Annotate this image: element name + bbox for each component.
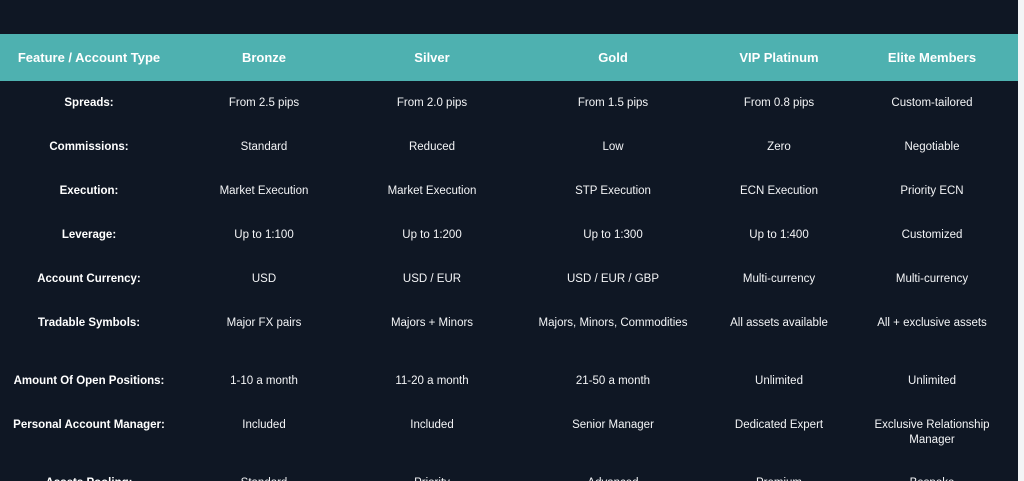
table-cell: Majors + Minors: [390, 317, 474, 329]
table-cell: 11-20 a month: [395, 375, 469, 387]
row-label: Personal Account Manager:: [13, 419, 165, 431]
table-cell: From 2.0 pips: [396, 97, 468, 109]
table-cell: Customized: [901, 229, 963, 241]
header-silver: Silver: [414, 50, 450, 65]
table-row: Tradable Symbols: Major FX pairs Majors …: [0, 301, 1018, 359]
table-cell: From 1.5 pips: [577, 97, 649, 109]
table-cell: 21-50 a month: [575, 375, 651, 387]
page: Feature / Account Type Bronze Silver Gol…: [0, 0, 1024, 481]
table-cell: Multi-currency: [742, 273, 816, 285]
row-label: Amount Of Open Positions:: [13, 375, 165, 387]
table-cell: Low: [602, 141, 624, 153]
table-row: Leverage: Up to 1:100 Up to 1:200 Up to …: [0, 213, 1018, 257]
table-cell: Premium: [712, 461, 846, 481]
table-cell: Market Execution: [387, 185, 477, 197]
row-label: Execution:: [59, 185, 119, 197]
table-header-row: Feature / Account Type Bronze Silver Gol…: [0, 34, 1018, 81]
table-cell: Standard: [178, 461, 350, 481]
table-cell: Included: [410, 419, 454, 431]
table-cell: STP Execution: [575, 185, 651, 197]
table-cell: Unlimited: [755, 375, 803, 387]
header-vip-platinum: VIP Platinum: [739, 50, 819, 65]
table-cell: Up to 1:400: [749, 229, 809, 241]
account-comparison-table: Feature / Account Type Bronze Silver Gol…: [0, 34, 1018, 481]
table-row: Spreads: From 2.5 pips From 2.0 pips Fro…: [0, 81, 1018, 125]
table-cell: Standard: [240, 141, 288, 153]
table-cell: Majors, Minors, Commodities: [538, 317, 688, 329]
table-cell: Reduced: [408, 141, 456, 153]
table-cell: 1-10 a month: [230, 375, 298, 387]
table-row: Execution: Market Execution Market Execu…: [0, 169, 1018, 213]
table-cell: Up to 1:100: [234, 229, 294, 241]
row-label: Account Currency:: [37, 273, 141, 285]
table-row: Commissions: Standard Reduced Low Zero N…: [0, 125, 1018, 169]
row-label: Leverage:: [61, 229, 117, 241]
table-cell: From 0.8 pips: [743, 97, 815, 109]
table-cell: Priority ECN: [900, 185, 964, 197]
table-row: Amount Of Open Positions: 1-10 a month 1…: [0, 359, 1018, 403]
table-cell: Exclusive Relationship Manager: [874, 419, 990, 446]
table-cell: Bespoke: [846, 461, 1018, 481]
table-cell: All + exclusive assets: [877, 317, 987, 329]
header-feature: Feature / Account Type: [17, 50, 161, 65]
table-cell: All assets available: [730, 317, 828, 329]
table-cell: Up to 1:300: [583, 229, 643, 241]
row-label: Tradable Symbols:: [37, 317, 141, 329]
header-elite-members: Elite Members: [887, 50, 977, 65]
table-row: Account Currency: USD USD / EUR USD / EU…: [0, 257, 1018, 301]
header-bronze: Bronze: [241, 50, 287, 65]
table-cell: Up to 1:200: [402, 229, 462, 241]
row-label: Assets Pooling:: [0, 461, 178, 481]
table-cell: Negotiable: [904, 141, 960, 153]
table-row: Assets Pooling: Standard Priority Advanc…: [0, 461, 1018, 481]
table-cell: Multi-currency: [895, 273, 969, 285]
table-cell: Custom-tailored: [891, 97, 973, 109]
table-cell: Advanced: [514, 461, 712, 481]
table-row: Personal Account Manager: Included Inclu…: [0, 403, 1018, 461]
table-cell: Major FX pairs: [226, 317, 302, 329]
table-cell: Unlimited: [908, 375, 956, 387]
table-cell: Included: [242, 419, 286, 431]
table-cell: From 2.5 pips: [228, 97, 300, 109]
header-gold: Gold: [598, 50, 628, 65]
table-cell: USD: [251, 273, 277, 285]
page-edge-strip: [1018, 0, 1024, 481]
table-cell: Priority: [350, 461, 514, 481]
row-label: Commissions:: [49, 141, 129, 153]
row-label: Spreads:: [64, 97, 114, 109]
table-cell: Dedicated Expert: [734, 419, 824, 431]
table-cell: USD / EUR: [402, 273, 462, 285]
table-cell: ECN Execution: [740, 185, 818, 197]
table-cell: USD / EUR / GBP: [566, 273, 660, 285]
table-cell: Senior Manager: [572, 419, 654, 431]
table-cell: Zero: [767, 141, 791, 153]
table-cell: Market Execution: [219, 185, 309, 197]
